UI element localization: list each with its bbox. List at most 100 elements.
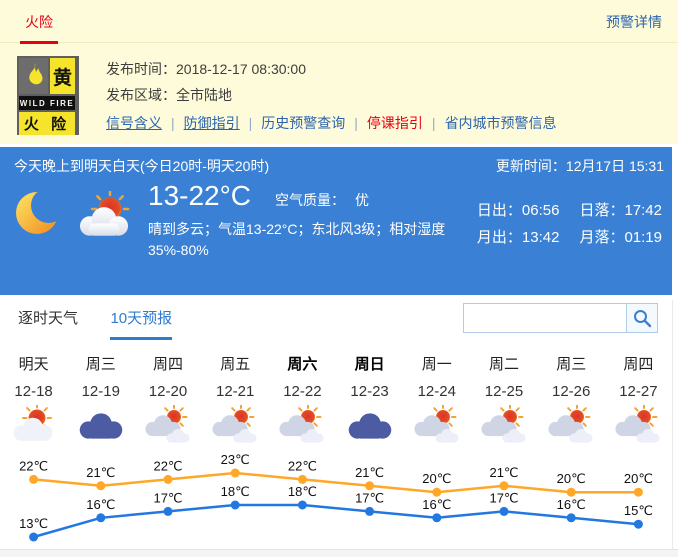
badge-level-text: 黄 xyxy=(50,58,75,94)
flame-icon xyxy=(19,58,48,94)
forecast-day-label: 周三 xyxy=(67,353,134,374)
forecast-date-label: 12-22 xyxy=(269,383,336,400)
right-divider-line xyxy=(672,300,673,549)
bottom-divider-strip xyxy=(0,549,678,557)
svg-text:21℃: 21℃ xyxy=(355,465,384,480)
warning-body: 黄 WILD FIRE 火 险 发布时间：2018-12-17 08:30:00… xyxy=(0,43,678,135)
forecast-day-cell: 周四 12-27 xyxy=(605,353,672,447)
forecast-day-label: 周五 xyxy=(202,353,269,374)
warning-links: 信号含义|防御指引|历史预警查询|停课指引|省内城市预警信息 xyxy=(106,113,557,133)
warning-info: 发布时间：2018-12-17 08:30:00 发布区域：全市陆地 信号含义 |… xyxy=(106,56,557,135)
forecast-day-cell: 周五 12-21 xyxy=(202,353,269,447)
publish-area-value: 全市陆地 xyxy=(176,87,232,103)
almanac: 日出：06:56日落：17:42月出：13:42月落：01:19 xyxy=(477,199,662,247)
temperature-chart-svg: 22℃21℃22℃23℃22℃21℃20℃21℃20℃20℃13℃16℃17℃1… xyxy=(0,453,672,555)
forecast-day-cell: 明天12-18 xyxy=(0,353,67,447)
forecast-tabs-row: 逐时天气 10天预报 xyxy=(0,295,672,340)
warning-details-link[interactable]: 预警详情 xyxy=(606,12,662,32)
sun-clouds-icon xyxy=(470,405,537,447)
forecast-date-label: 12-27 xyxy=(605,383,672,400)
publish-area-row: 发布区域：全市陆地 xyxy=(106,82,557,108)
air-quality-value: 优 xyxy=(355,192,369,208)
warning-link[interactable]: 防御指引 xyxy=(184,115,240,131)
svg-text:15℃: 15℃ xyxy=(624,503,653,518)
forecast-day-label: 周二 xyxy=(470,353,537,374)
header-tab-strip: 火险 预警详情 xyxy=(0,0,678,43)
forecast-period-text: 今天晚上到明天白天(今日20时-明天20时) xyxy=(14,156,269,176)
svg-text:13℃: 13℃ xyxy=(19,516,48,531)
badge-type-text: 火 险 xyxy=(19,112,75,135)
svg-text:22℃: 22℃ xyxy=(153,458,182,473)
svg-text:21℃: 21℃ xyxy=(489,465,518,480)
forecast-day-cell: 周二12-25 xyxy=(470,353,537,447)
current-conditions-panel: 今天晚上到明天白天(今日20时-明天20时) 更新时间：12月17日 15:31… xyxy=(0,147,672,295)
warning-link[interactable]: 停课指引 xyxy=(367,115,423,131)
warning-header: 火险 预警详情 黄 WILD FIRE 火 险 发布时间：2018-12-17 … xyxy=(0,0,678,144)
almanac-item: 日出：06:56 xyxy=(477,199,560,220)
cloud-icon xyxy=(336,405,403,447)
forecast-date-label: 12-21 xyxy=(202,383,269,400)
forecast-date-label: 12-26 xyxy=(538,383,605,400)
forecast-date-label: 12-24 xyxy=(403,383,470,400)
search-box xyxy=(463,303,658,333)
forecast-day-label: 明天 xyxy=(0,353,67,374)
svg-text:16℃: 16℃ xyxy=(557,497,586,512)
svg-text:20℃: 20℃ xyxy=(557,471,586,486)
update-time: 更新时间：12月17日 15:31 xyxy=(496,156,664,176)
search-input[interactable] xyxy=(463,303,626,333)
forecast-day-label: 周一 xyxy=(403,353,470,374)
svg-text:20℃: 20℃ xyxy=(422,471,451,486)
weather-page: 火险 预警详情 黄 WILD FIRE 火 险 发布时间：2018-12-17 … xyxy=(0,0,678,557)
weather-description: 晴到多云；气温13-22°C；东北风3级；相对湿度35%-80% xyxy=(148,219,500,261)
publish-time-row: 发布时间：2018-12-17 08:30:00 xyxy=(106,56,557,82)
svg-text:16℃: 16℃ xyxy=(86,497,115,512)
forecast-date-label: 12-20 xyxy=(134,383,201,400)
sun-clouds-icon xyxy=(538,405,605,447)
tab-hourly-weather[interactable]: 逐时天气 xyxy=(18,307,78,337)
forecast-date-label: 12-23 xyxy=(336,383,403,400)
warning-link[interactable]: 信号含义 xyxy=(106,115,162,131)
forecast-day-cell: 周日 12-23 xyxy=(336,353,403,447)
sun-clouds-icon xyxy=(134,405,201,447)
forecast-day-cell: 周六 12-22 xyxy=(269,353,336,447)
moon-icon xyxy=(13,183,65,246)
forecast-day-label: 周三 xyxy=(538,353,605,374)
forecast-day-label: 周六 xyxy=(269,353,336,374)
svg-text:22℃: 22℃ xyxy=(288,458,317,473)
svg-text:18℃: 18℃ xyxy=(221,484,250,499)
forecast-row: 明天12-18周三12-19周四12-20周五12-21周六12-22周日12-… xyxy=(0,353,672,447)
sun-behind-cloud-icon xyxy=(78,191,134,246)
almanac-item: 月出：13:42 xyxy=(477,226,560,247)
forecast-day-label: 周四 xyxy=(605,353,672,374)
sun-clouds-icon xyxy=(269,405,336,447)
cloud-icon xyxy=(67,405,134,447)
sun-cloud-icon xyxy=(0,405,67,447)
almanac-item: 日落：17:42 xyxy=(579,199,662,220)
warning-link[interactable]: 省内城市预警信息 xyxy=(445,115,557,131)
publish-time-label: 发布时间： xyxy=(106,61,176,77)
badge-strip-text: WILD FIRE xyxy=(19,96,75,110)
svg-text:17℃: 17℃ xyxy=(489,490,518,505)
svg-text:17℃: 17℃ xyxy=(355,490,384,505)
sun-clouds-icon xyxy=(202,405,269,447)
svg-text:22℃: 22℃ xyxy=(19,458,48,473)
publish-area-label: 发布区域： xyxy=(106,87,176,103)
forecast-day-label: 周日 xyxy=(336,353,403,374)
temperature-range: 13-22°C xyxy=(148,180,251,212)
forecast-day-label: 周四 xyxy=(134,353,201,374)
tab-fire-risk[interactable]: 火险 xyxy=(20,12,58,44)
air-quality: 空气质量： 优 xyxy=(275,190,369,210)
fire-warning-badge: 黄 WILD FIRE 火 险 xyxy=(17,56,79,135)
warning-link[interactable]: 历史预警查询 xyxy=(261,115,345,131)
air-quality-label: 空气质量： xyxy=(275,192,345,208)
forecast-day-cell: 周三12-19 xyxy=(67,353,134,447)
search-button[interactable] xyxy=(626,303,658,333)
svg-text:20℃: 20℃ xyxy=(624,471,653,486)
search-icon xyxy=(632,308,652,328)
svg-text:23℃: 23℃ xyxy=(221,453,250,467)
sun-clouds-icon xyxy=(403,405,470,447)
tab-ten-day-forecast[interactable]: 10天预报 xyxy=(110,307,172,340)
forecast-period-banner: 今天晚上到明天白天(今日20时-明天20时) 更新时间：12月17日 15:31 xyxy=(0,147,672,176)
link-separator: | xyxy=(249,115,253,131)
temperature-chart: 22℃21℃22℃23℃22℃21℃20℃21℃20℃20℃13℃16℃17℃1… xyxy=(0,453,672,557)
